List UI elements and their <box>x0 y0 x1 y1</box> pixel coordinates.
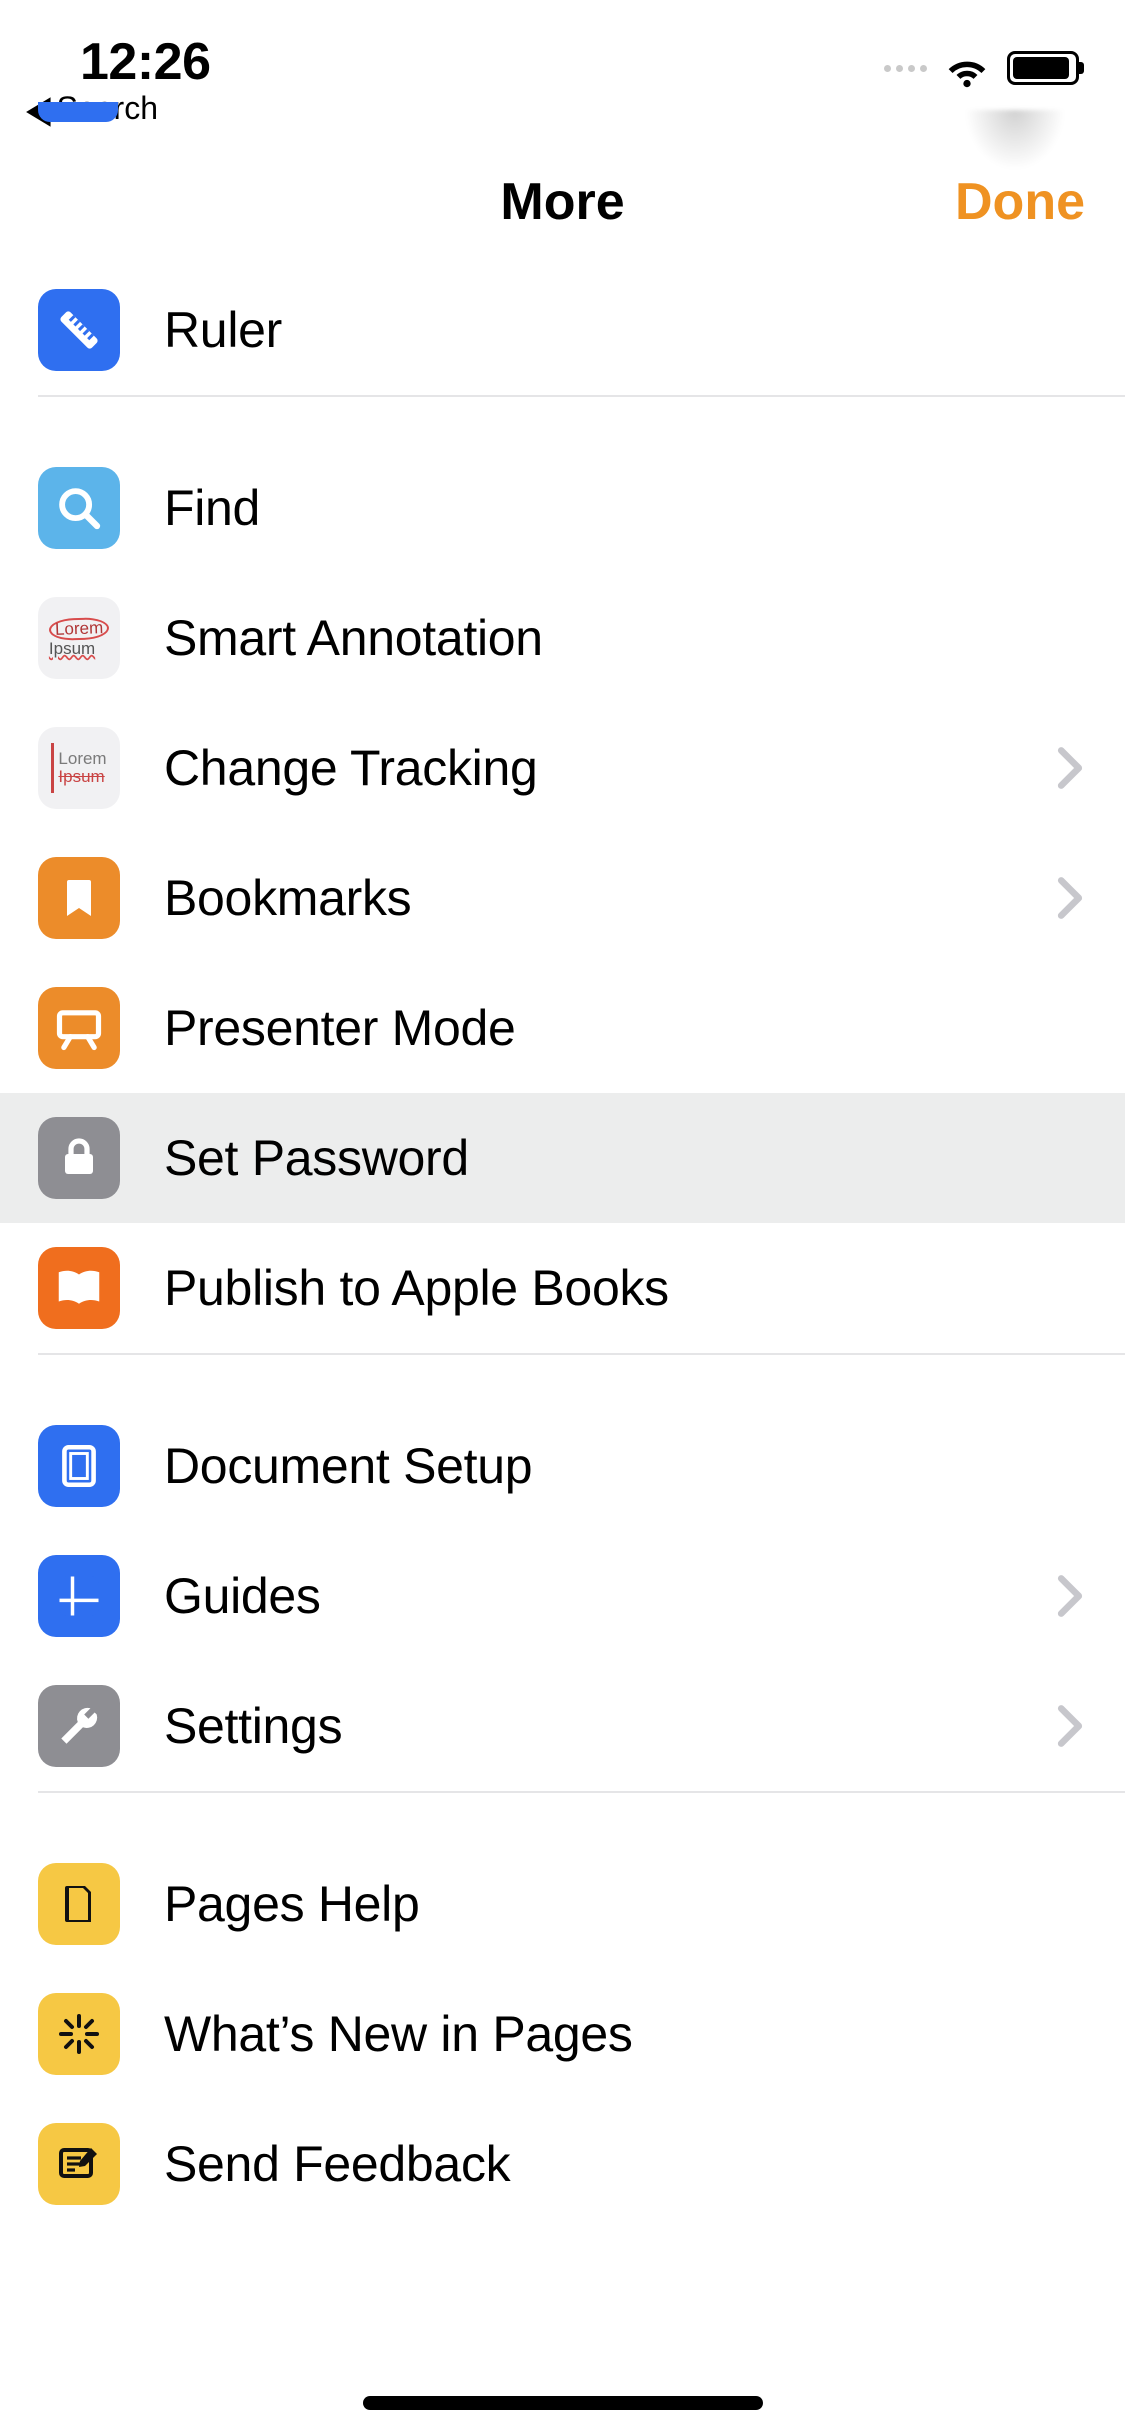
toggle-shadow-icon <box>965 110 1065 170</box>
row-document-setup[interactable]: Document Setup <box>0 1401 1125 1531</box>
row-bookmarks[interactable]: Bookmarks <box>0 833 1125 963</box>
row-label: Guides <box>164 1567 321 1625</box>
battery-icon <box>1007 51 1079 85</box>
row-ruler[interactable]: Ruler <box>0 265 1125 395</box>
status-right <box>884 46 1079 90</box>
row-label: Presenter Mode <box>164 999 516 1057</box>
done-button[interactable]: Done <box>955 172 1085 232</box>
partial-row-peek <box>38 102 118 122</box>
smart-annotation-icon: Lorem Ipsum <box>38 597 120 679</box>
chevron-right-icon <box>1055 876 1085 920</box>
book-icon <box>38 1247 120 1329</box>
page-title: More <box>500 172 624 232</box>
sparkle-icon <box>38 1993 120 2075</box>
row-set-password[interactable]: Set Password <box>0 1093 1125 1223</box>
row-change-tracking[interactable]: Lorem Ipsum Change Tracking <box>0 703 1125 833</box>
row-label: Set Password <box>164 1129 469 1187</box>
row-label: Smart Annotation <box>164 609 543 667</box>
change-tracking-icon: Lorem Ipsum <box>38 727 120 809</box>
row-presenter-mode[interactable]: Presenter Mode <box>0 963 1125 1093</box>
row-label: Publish to Apple Books <box>164 1259 669 1317</box>
feedback-icon <box>38 2123 120 2205</box>
help-book-icon <box>38 1863 120 1945</box>
menu-list: Ruler Find Lorem Ipsum Smart Annotation … <box>0 265 1125 2229</box>
chevron-right-icon <box>1055 1574 1085 1618</box>
row-label: Settings <box>164 1697 342 1755</box>
home-indicator <box>363 2396 763 2410</box>
row-find[interactable]: Find <box>0 443 1125 573</box>
row-whats-new[interactable]: What’s New in Pages <box>0 1969 1125 2099</box>
status-time: 12:26 <box>80 32 211 92</box>
cell-signal-dots-icon <box>884 65 927 72</box>
row-smart-annotation[interactable]: Lorem Ipsum Smart Annotation <box>0 573 1125 703</box>
document-setup-icon <box>38 1425 120 1507</box>
row-label: Send Feedback <box>164 2135 510 2193</box>
row-send-feedback[interactable]: Send Feedback <box>0 2099 1125 2229</box>
search-icon <box>38 467 120 549</box>
row-publish-apple-books[interactable]: Publish to Apple Books <box>0 1223 1125 1353</box>
lock-icon <box>38 1117 120 1199</box>
guides-icon <box>38 1555 120 1637</box>
status-bar: 12:26 ◀ Search <box>0 0 1125 120</box>
icon-text-lorem: Lorem <box>49 616 110 640</box>
bookmark-icon <box>38 857 120 939</box>
presenter-icon <box>38 987 120 1069</box>
icon-text-lorem: Lorem <box>58 750 106 768</box>
row-label: Change Tracking <box>164 739 538 797</box>
row-label: What’s New in Pages <box>164 2005 633 2063</box>
row-label: Ruler <box>164 301 282 359</box>
icon-text-ipsum: Ipsum <box>58 768 106 786</box>
row-label: Pages Help <box>164 1875 420 1933</box>
row-label: Bookmarks <box>164 869 411 927</box>
wrench-icon <box>38 1685 120 1767</box>
ruler-icon <box>38 289 120 371</box>
chevron-right-icon <box>1055 746 1085 790</box>
row-label: Document Setup <box>164 1437 532 1495</box>
icon-text-ipsum: Ipsum <box>49 640 95 658</box>
wifi-icon <box>945 46 989 90</box>
row-guides[interactable]: Guides <box>0 1531 1125 1661</box>
row-label: Find <box>164 479 260 537</box>
nav-bar: More Done <box>0 120 1125 265</box>
row-pages-help[interactable]: Pages Help <box>0 1839 1125 1969</box>
chevron-right-icon <box>1055 1704 1085 1748</box>
row-settings[interactable]: Settings <box>0 1661 1125 1791</box>
